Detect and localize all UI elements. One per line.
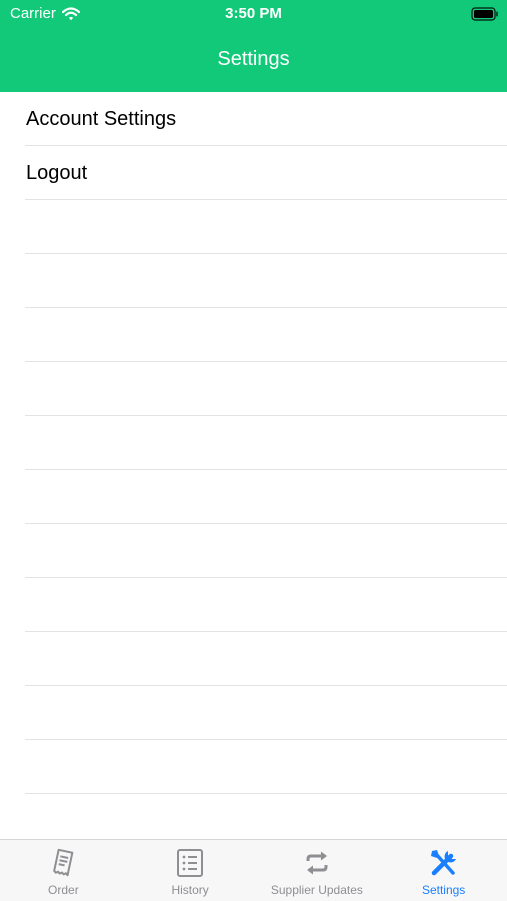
empty-row — [25, 578, 507, 632]
status-time: 3:50 PM — [225, 5, 282, 22]
empty-row — [25, 632, 507, 686]
empty-row — [25, 524, 507, 578]
tab-history[interactable]: History — [127, 840, 254, 901]
empty-row — [25, 362, 507, 416]
empty-row — [25, 740, 507, 794]
receipt-icon — [48, 848, 78, 878]
empty-row — [25, 470, 507, 524]
tab-label: Settings — [421, 883, 466, 897]
empty-row — [25, 416, 507, 470]
settings-row-label: Logout — [26, 162, 88, 184]
navigation-header: Carrier 3:50 PM Settings — [0, 0, 507, 92]
settings-row-logout[interactable]: Logout — [25, 146, 507, 200]
tab-label: Order — [48, 883, 79, 897]
settings-row-account[interactable]: Account Settings — [25, 92, 507, 146]
tab-settings[interactable]: Settings — [380, 840, 507, 901]
tab-order[interactable]: Order — [0, 840, 127, 901]
tab-supplier-updates[interactable]: Supplier Updates — [254, 840, 381, 901]
empty-row — [25, 200, 507, 254]
settings-row-label: Account Settings — [26, 108, 177, 130]
empty-row — [25, 254, 507, 308]
refresh-arrows-icon — [302, 848, 332, 878]
tab-label: History — [171, 883, 209, 897]
battery-icon — [471, 7, 499, 21]
status-bar: Carrier 3:50 PM — [0, 0, 507, 28]
wrench-screwdriver-icon — [429, 848, 459, 878]
list-icon — [175, 848, 205, 878]
page-title: Settings — [217, 48, 290, 70]
empty-row — [25, 308, 507, 362]
settings-list: Account Settings Logout — [0, 92, 507, 848]
empty-row — [25, 686, 507, 740]
tab-bar: Order History Supplier Updates Settings — [0, 839, 507, 901]
tab-label: Supplier Updates — [270, 883, 363, 897]
